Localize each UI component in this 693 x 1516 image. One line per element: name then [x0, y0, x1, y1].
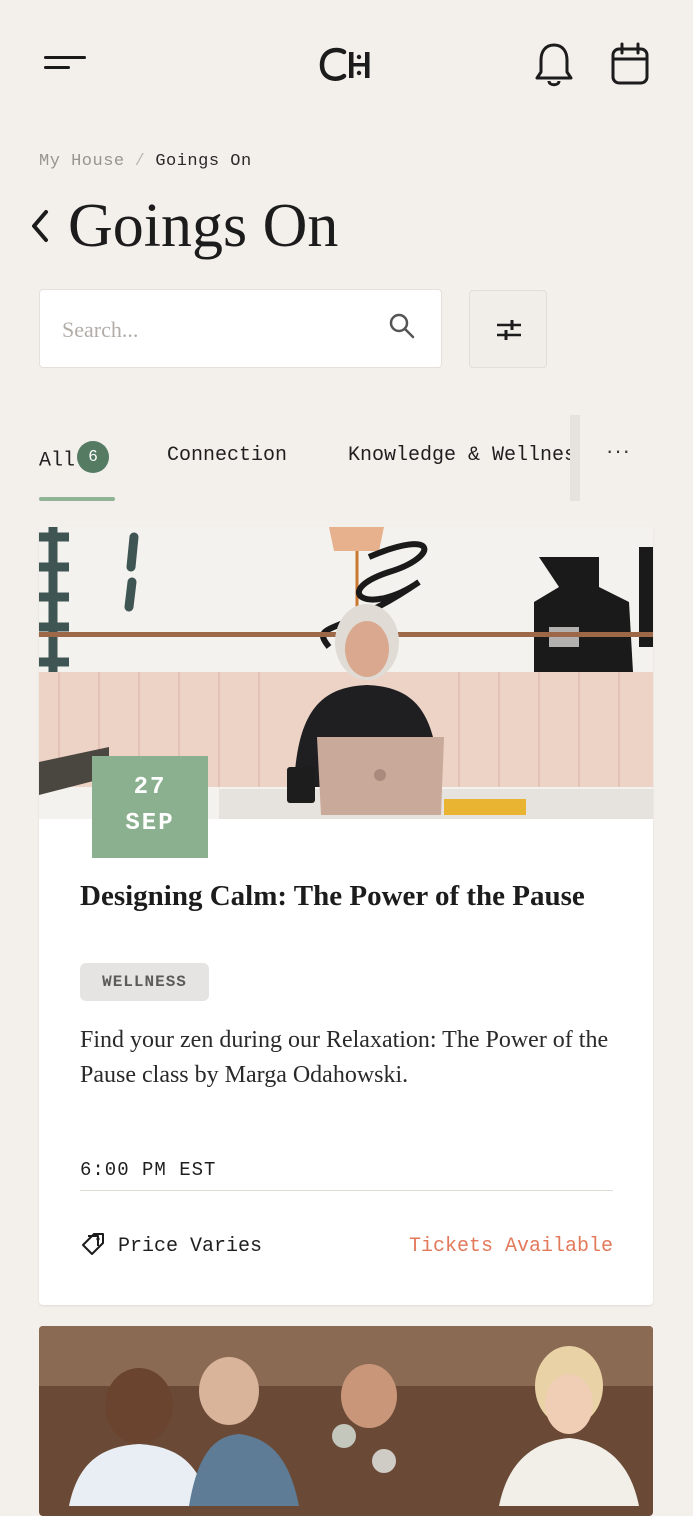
- hamburger-icon[interactable]: [44, 54, 86, 76]
- tab-count-badge: 6: [77, 441, 110, 473]
- tabs-scroll-fade: [570, 415, 580, 501]
- event-time: 6:00 PM EST: [80, 1159, 217, 1181]
- event-date-badge: 27 SEP: [92, 756, 208, 858]
- card-divider: [80, 1190, 613, 1191]
- event-description: Find your zen during our Relaxation: The…: [80, 1027, 609, 1088]
- breadcrumb-separator: /: [134, 152, 146, 171]
- page-title: Goings On: [68, 192, 339, 260]
- chevron-left-icon[interactable]: [28, 204, 54, 248]
- breadcrumb: My House / Goings On: [39, 152, 252, 171]
- event-photo: [39, 1326, 653, 1516]
- event-card[interactable]: 27 SEP Designing Calm: The Power of the …: [39, 527, 653, 1305]
- tab-knowledge-wellness[interactable]: Knowledge & Wellness: [348, 444, 580, 467]
- breadcrumb-link-my-house[interactable]: My House: [39, 152, 125, 171]
- filter-button[interactable]: [469, 290, 547, 368]
- event-category-tag: WELLNESS: [80, 963, 209, 1001]
- tab-all-label: All: [39, 449, 76, 473]
- sliders-icon: [497, 320, 521, 340]
- top-bar: [0, 0, 693, 130]
- brand-logo[interactable]: [318, 42, 378, 86]
- category-tabs: All 6 Connection Knowledge & Wellness: [0, 420, 693, 502]
- calendar-icon[interactable]: [610, 42, 650, 86]
- price-tag-icon: [82, 1233, 104, 1255]
- search-icon[interactable]: [388, 312, 416, 340]
- event-date-month: SEP: [125, 810, 175, 837]
- event-card[interactable]: [39, 1326, 653, 1516]
- tab-all[interactable]: All 6: [39, 441, 110, 476]
- bell-icon[interactable]: [534, 42, 574, 88]
- tab-connection[interactable]: Connection: [167, 444, 287, 467]
- event-date-day: 27: [133, 774, 167, 801]
- event-price: Price Varies: [118, 1235, 263, 1258]
- event-title[interactable]: Designing Calm: The Power of the Pause: [80, 877, 600, 916]
- search-box: [39, 289, 442, 368]
- tickets-available-link[interactable]: Tickets Available: [409, 1235, 613, 1258]
- more-tabs-button[interactable]: ···: [606, 438, 631, 464]
- breadcrumb-current: Goings On: [155, 152, 252, 171]
- search-input[interactable]: [60, 312, 364, 348]
- active-tab-indicator: [39, 497, 115, 501]
